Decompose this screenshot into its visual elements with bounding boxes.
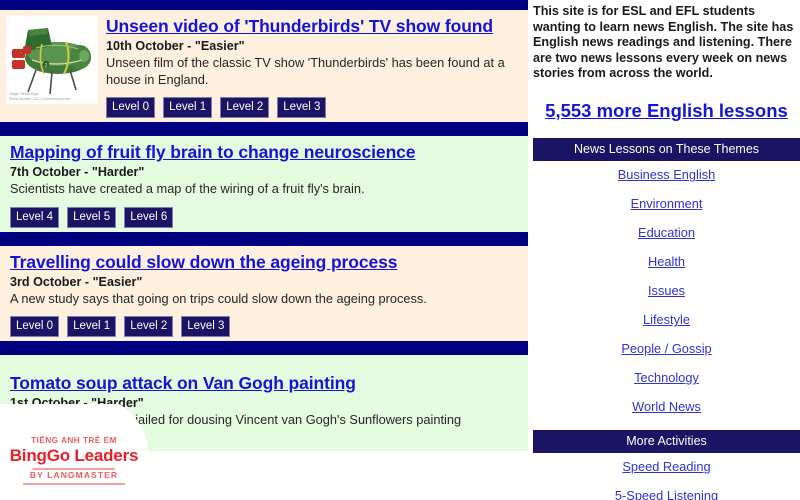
list-item: Issues bbox=[533, 277, 800, 306]
article-body: Mapping of fruit fly brain to change neu… bbox=[10, 142, 522, 228]
article-title-link[interactable]: Tomato soup attack on Van Gogh painting bbox=[10, 373, 356, 394]
credit-line-2: Public domain CC0 1.0 Universal licence bbox=[9, 97, 71, 101]
article-title-link[interactable]: Mapping of fruit fly brain to change neu… bbox=[10, 142, 416, 163]
news-article: Mapping of fruit fly brain to change neu… bbox=[0, 136, 528, 232]
level-badge[interactable]: Level 1 bbox=[67, 316, 117, 337]
more-lessons-link[interactable]: 5,553 more English lessons bbox=[545, 100, 788, 121]
news-article: 2 Image: Studio Kippi Public domain CC0 … bbox=[0, 10, 528, 122]
advertisement-banner[interactable]: TIẾNG ANH TRẺ EM BingGo Leaders BY LANGM… bbox=[0, 404, 148, 500]
list-item: Health bbox=[533, 248, 800, 277]
level-badge-group: Level 0 Level 1 Level 2 Level 3 bbox=[106, 97, 522, 118]
ad-tagline: TIẾNG ANH TRẺ EM bbox=[31, 436, 117, 445]
article-summary: A new study says that going on trips cou… bbox=[10, 290, 427, 306]
sidebar-item-world-news[interactable]: World News bbox=[632, 399, 701, 414]
level-badge[interactable]: Level 2 bbox=[220, 97, 270, 118]
article-summary: Scientists have created a map of the wir… bbox=[10, 181, 365, 196]
svg-text:2: 2 bbox=[45, 63, 48, 69]
level-badge-group: Level 0 Level 1 Level 2 Level 3 bbox=[10, 316, 522, 337]
thunderbirds-model-icon: 2 bbox=[6, 16, 98, 104]
sidebar-item-speed-reading[interactable]: Speed Reading bbox=[622, 459, 710, 474]
section-divider bbox=[0, 122, 528, 136]
list-item: Environment bbox=[533, 190, 800, 219]
activities-header: More Activities bbox=[533, 429, 800, 453]
level-badge[interactable]: Level 6 bbox=[124, 206, 174, 228]
article-date: 3rd October - "Easier" bbox=[10, 274, 143, 289]
page-root: 2 Image: Studio Kippi Public domain CC0 … bbox=[0, 0, 800, 500]
sidebar-item-environment[interactable]: Environment bbox=[631, 196, 703, 211]
sidebar-item-issues[interactable]: Issues bbox=[648, 283, 685, 298]
article-date: 7th October - "Harder" bbox=[10, 165, 145, 179]
top-navy-bar bbox=[0, 0, 528, 10]
thumbnail-credit: Image: Studio Kippi Public domain CC0 1.… bbox=[9, 92, 70, 102]
credit-line-1: Image: Studio Kippi bbox=[9, 92, 39, 96]
themes-link-list: Business English Environment Education H… bbox=[533, 161, 800, 422]
list-item: 5-Speed Listening bbox=[533, 482, 800, 500]
article-body: Unseen video of 'Thunderbirds' TV show f… bbox=[106, 16, 522, 118]
level-badge[interactable]: Level 0 bbox=[10, 316, 60, 337]
article-title-link[interactable]: Travelling could slow down the ageing pr… bbox=[10, 252, 397, 273]
sidebar-item-health[interactable]: Health bbox=[648, 254, 685, 269]
sidebar-item-lifestyle[interactable]: Lifestyle bbox=[643, 312, 690, 327]
sidebar-item-business-english[interactable]: Business English bbox=[618, 167, 715, 182]
article-title-link[interactable]: Unseen video of 'Thunderbirds' TV show f… bbox=[106, 16, 493, 37]
level-badge-group: Level 4 Level 5 Level 6 bbox=[10, 206, 522, 228]
site-description: This site is for ESL and EFL students wa… bbox=[533, 4, 794, 81]
level-badge[interactable]: Level 5 bbox=[67, 206, 117, 228]
activities-link-list: Speed Reading 5-Speed Listening Grammar … bbox=[533, 453, 800, 500]
level-badge[interactable]: Level 0 bbox=[106, 97, 156, 118]
article-summary: Unseen film of the classic TV show 'Thun… bbox=[106, 55, 505, 87]
ad-brand-name: BingGo Leaders bbox=[9, 446, 139, 465]
list-item: World News bbox=[533, 393, 800, 422]
list-item: Speed Reading bbox=[533, 453, 800, 482]
sidebar-item-5-speed-listening[interactable]: 5-Speed Listening bbox=[615, 488, 718, 500]
sidebar-item-education[interactable]: Education bbox=[638, 225, 695, 240]
level-badge[interactable]: Level 3 bbox=[277, 97, 327, 118]
more-lessons-wrapper: 5,553 more English lessons bbox=[533, 82, 800, 122]
list-item: Technology bbox=[533, 364, 800, 393]
sidebar: This site is for ESL and EFL students wa… bbox=[533, 0, 800, 500]
news-article: Travelling could slow down the ageing pr… bbox=[0, 245, 528, 341]
level-badge[interactable]: Level 1 bbox=[163, 97, 213, 118]
ad-byline: BY LANGMASTER bbox=[29, 470, 119, 480]
themes-header: News Lessons on These Themes bbox=[533, 137, 800, 161]
section-divider bbox=[0, 231, 528, 246]
ad-underline-rule bbox=[23, 483, 125, 485]
main-news-column: 2 Image: Studio Kippi Public domain CC0 … bbox=[0, 0, 528, 500]
article-date: 10th October - "Easier" bbox=[106, 39, 245, 53]
level-badge[interactable]: Level 3 bbox=[181, 316, 231, 337]
list-item: Business English bbox=[533, 161, 800, 190]
list-item: Lifestyle bbox=[533, 306, 800, 335]
sidebar-item-people-gossip[interactable]: People / Gossip bbox=[621, 341, 711, 356]
section-divider bbox=[0, 341, 528, 355]
article-body: Travelling could slow down the ageing pr… bbox=[10, 252, 522, 337]
list-item: Education bbox=[533, 219, 800, 248]
list-item: People / Gossip bbox=[533, 335, 800, 364]
level-badge[interactable]: Level 2 bbox=[124, 316, 174, 337]
article-thumbnail[interactable]: 2 Image: Studio Kippi Public domain CC0 … bbox=[6, 16, 98, 104]
level-badge[interactable]: Level 4 bbox=[10, 206, 60, 228]
sidebar-item-technology[interactable]: Technology bbox=[634, 370, 699, 385]
